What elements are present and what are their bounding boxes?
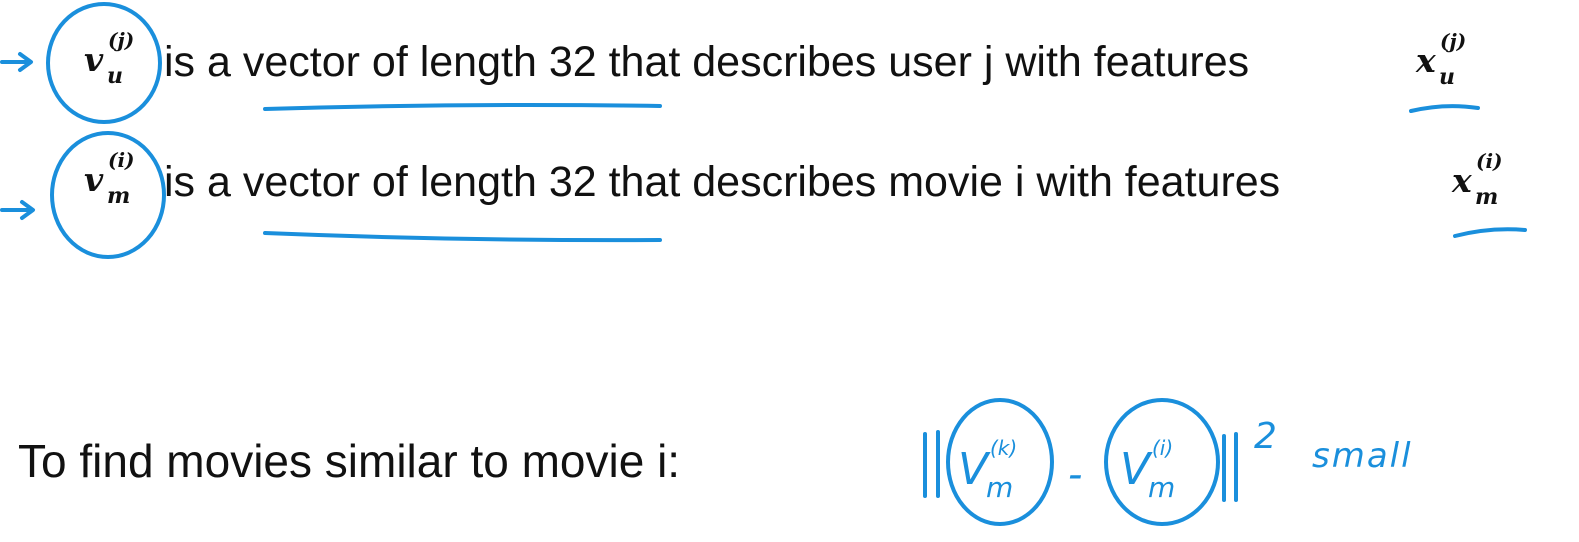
user-vector-symbol: v u (j): [84, 28, 134, 89]
underline-mark: [263, 231, 662, 243]
underline-mark: [263, 103, 662, 111]
user-features-superscript: (j): [1440, 29, 1467, 53]
hand-v-i-subscript: m: [1148, 471, 1176, 504]
movie-vector-superscript: (i): [108, 148, 135, 172]
circle-mark: [46, 2, 162, 124]
hand-note-small: small: [1312, 436, 1413, 476]
underline-mark: [1453, 227, 1527, 238]
hand-v-i-superscript: (i): [1152, 436, 1174, 460]
hand-exponent: 2: [1254, 416, 1277, 457]
user-features-symbol: x u (j): [1416, 29, 1466, 90]
hand-v-k-base: V: [958, 444, 989, 495]
movie-features-superscript: (i): [1476, 149, 1503, 173]
norm-bar-mark: [923, 430, 940, 498]
user-features-subscript: u: [1439, 64, 1455, 90]
movie-vector-description: is a vector of length 32 that describes …: [164, 158, 1281, 206]
norm-bar-mark: [1222, 432, 1238, 502]
user-vector-description: is a vector of length 32 that describes …: [164, 38, 1250, 86]
underline-mark: [1409, 104, 1480, 113]
hand-v-k-superscript: (k): [990, 436, 1018, 460]
arrow-icon: [0, 200, 35, 220]
movie-vector-subscript: m: [107, 183, 131, 209]
user-vector-base: v: [84, 40, 104, 79]
hand-v-i-base: V: [1120, 444, 1151, 495]
hand-v-k-subscript: m: [986, 471, 1014, 504]
similar-movies-heading: To find movies similar to movie i:: [18, 435, 681, 487]
user-vector-superscript: (j): [108, 28, 135, 52]
movie-features-subscript: m: [1475, 184, 1499, 210]
user-vector-subscript: u: [107, 63, 123, 89]
hand-minus-sign: -: [1068, 452, 1083, 498]
movie-features-base: x: [1452, 161, 1472, 200]
arrow-icon: [0, 52, 33, 72]
user-features-base: x: [1416, 41, 1436, 80]
movie-vector-symbol: v m (i): [84, 148, 135, 209]
movie-features-symbol: x m (i): [1452, 149, 1503, 210]
movie-vector-base: v: [84, 160, 104, 199]
